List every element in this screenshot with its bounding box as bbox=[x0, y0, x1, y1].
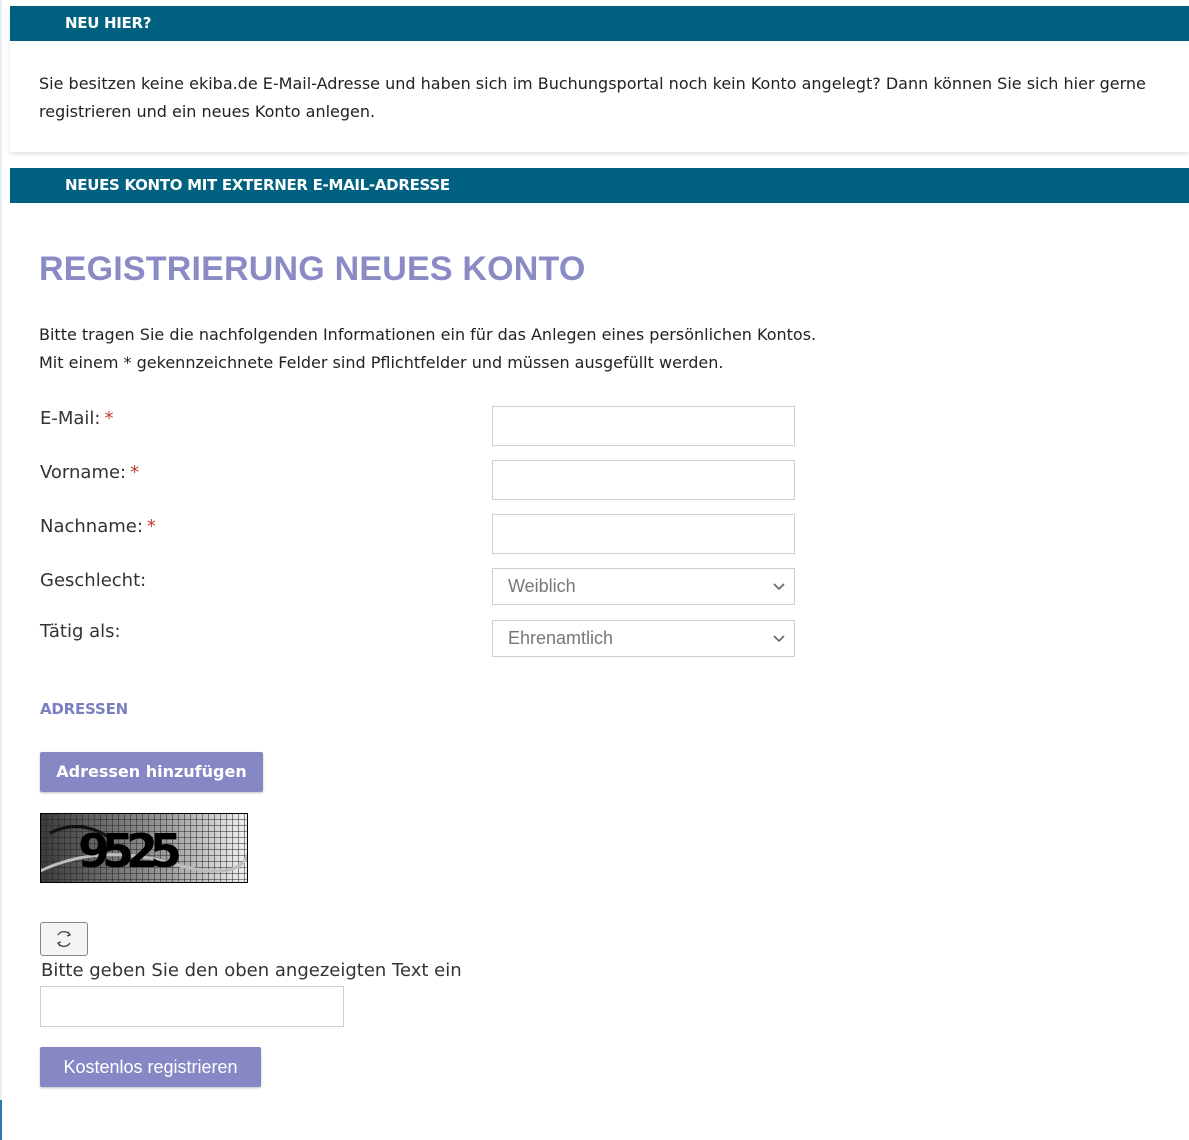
refresh-icon bbox=[56, 931, 72, 947]
add-address-button[interactable]: Adressen hinzufügen bbox=[40, 752, 263, 792]
required-marker: * bbox=[130, 462, 140, 483]
captcha-prompt: Bitte geben Sie den oben angezeigten Tex… bbox=[41, 960, 462, 981]
left-border-accent bbox=[0, 1100, 2, 1140]
firstname-label: Vorname: * bbox=[40, 462, 139, 483]
gender-selected-value: Weiblich bbox=[508, 576, 576, 596]
role-select[interactable]: Ehrenamtlich bbox=[492, 620, 795, 657]
required-marker: * bbox=[104, 408, 114, 429]
required-marker: * bbox=[146, 516, 156, 537]
page-title: REGISTRIERUNG NEUES KONTO bbox=[39, 250, 586, 288]
captcha-input[interactable] bbox=[40, 986, 344, 1027]
captcha-image: 9525 bbox=[40, 813, 248, 883]
register-header: NEUES KONTO MIT EXTERNER E-MAIL-ADRESSE bbox=[10, 168, 1189, 203]
chevron-down-icon bbox=[773, 583, 785, 591]
left-border bbox=[0, 0, 2, 1140]
role-label: Tätig als: bbox=[40, 621, 121, 642]
addresses-heading: ADRESSEN bbox=[40, 700, 128, 718]
role-selected-value: Ehrenamtlich bbox=[508, 628, 614, 648]
intro-line-2: Mit einem * gekennzeichnete Felder sind … bbox=[39, 353, 724, 372]
email-label-text: E-Mail: bbox=[40, 408, 101, 429]
info-text: Sie besitzen keine ekiba.de E-Mail-Adres… bbox=[39, 74, 1146, 121]
firstname-field[interactable] bbox=[492, 460, 795, 500]
lastname-label: Nachname: * bbox=[40, 516, 156, 537]
email-label: E-Mail: * bbox=[40, 408, 114, 429]
firstname-label-text: Vorname: bbox=[40, 462, 127, 483]
lastname-label-text: Nachname: bbox=[40, 516, 143, 537]
email-field[interactable] bbox=[492, 406, 795, 446]
intro-text: Bitte tragen Sie die nachfolgenden Infor… bbox=[39, 321, 816, 377]
gender-select[interactable]: Weiblich bbox=[492, 568, 795, 605]
captcha-refresh-button[interactable] bbox=[40, 922, 88, 956]
chevron-down-icon bbox=[773, 635, 785, 643]
info-header: NEU HIER? bbox=[10, 6, 1189, 41]
lastname-field[interactable] bbox=[492, 514, 795, 554]
captcha-code: 9525 bbox=[78, 824, 179, 878]
intro-line-1: Bitte tragen Sie die nachfolgenden Infor… bbox=[39, 325, 817, 344]
register-button[interactable]: Kostenlos registrieren bbox=[40, 1047, 261, 1087]
gender-label: Geschlecht: bbox=[40, 570, 147, 591]
